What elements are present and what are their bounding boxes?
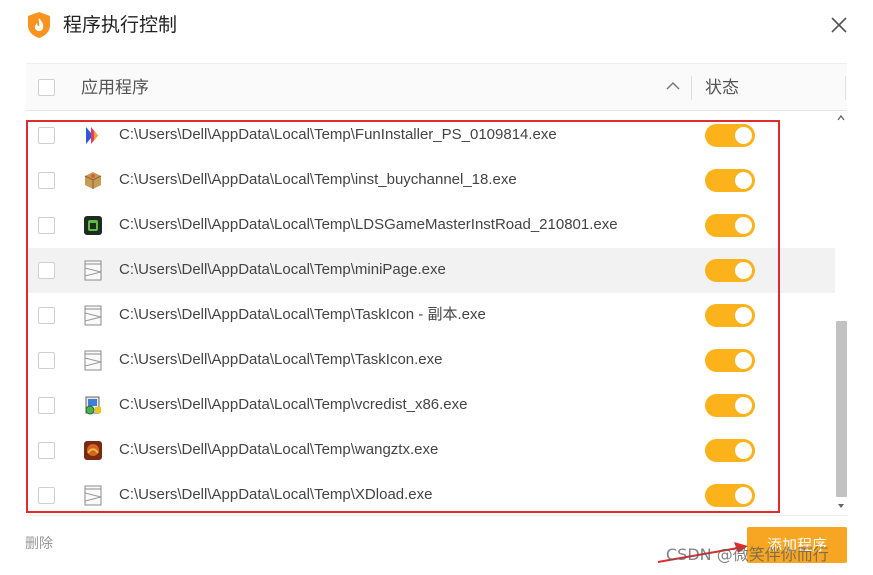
select-all-checkbox[interactable]: [38, 79, 55, 96]
toggle-knob: [735, 352, 752, 369]
enable-toggle[interactable]: [705, 349, 755, 372]
table-row[interactable]: C:\Users\Dell\AppData\Local\Temp\wangztx…: [26, 428, 835, 473]
toggle-knob: [735, 217, 752, 234]
row-checkbox[interactable]: [38, 352, 55, 369]
row-checkbox[interactable]: [38, 397, 55, 414]
column-header-app[interactable]: 应用程序: [81, 77, 149, 99]
toggle-knob: [735, 442, 752, 459]
table-row[interactable]: C:\Users\Dell\AppData\Local\Temp\XDload.…: [26, 473, 835, 518]
generic-exe-file-icon: [84, 260, 102, 281]
enable-toggle[interactable]: [705, 439, 755, 462]
enable-toggle[interactable]: [705, 259, 755, 282]
game-app-icon: [84, 441, 102, 460]
toggle-knob: [735, 172, 752, 189]
row-checkbox[interactable]: [38, 262, 55, 279]
table-row[interactable]: C:\Users\Dell\AppData\Local\Temp\TaskIco…: [26, 338, 835, 383]
scroll-up-icon[interactable]: [836, 113, 846, 123]
column-header-status: 状态: [705, 78, 739, 98]
close-icon[interactable]: [828, 14, 850, 36]
program-path: C:\Users\Dell\AppData\Local\Temp\TaskIco…: [119, 306, 486, 323]
enable-toggle[interactable]: [705, 394, 755, 417]
column-divider[interactable]: [845, 76, 846, 100]
table-row[interactable]: C:\Users\Dell\AppData\Local\Temp\inst_bu…: [26, 158, 835, 203]
column-divider[interactable]: [691, 76, 692, 100]
table-row[interactable]: C:\Users\Dell\AppData\Local\Temp\LDSGame…: [26, 203, 835, 248]
delete-button[interactable]: 删除: [25, 535, 53, 553]
table-row[interactable]: C:\Users\Dell\AppData\Local\Temp\FunInst…: [26, 113, 835, 158]
table-row[interactable]: C:\Users\Dell\AppData\Local\Temp\TaskIco…: [26, 293, 835, 338]
program-path: C:\Users\Dell\AppData\Local\Temp\LDSGame…: [119, 216, 618, 233]
program-path: C:\Users\Dell\AppData\Local\Temp\miniPag…: [119, 261, 446, 278]
table-row[interactable]: C:\Users\Dell\AppData\Local\Temp\miniPag…: [26, 248, 835, 293]
enable-toggle[interactable]: [705, 484, 755, 507]
table-row[interactable]: C:\Users\Dell\AppData\Local\Temp\vcredis…: [26, 383, 835, 428]
watermark: CSDN @微笑伴你而行: [666, 545, 829, 564]
program-path: C:\Users\Dell\AppData\Local\Temp\XDload.…: [119, 486, 433, 503]
row-checkbox[interactable]: [38, 442, 55, 459]
scrollbar-thumb[interactable]: [836, 321, 847, 497]
title-bar: 程序执行控制: [0, 0, 873, 50]
program-path: C:\Users\Dell\AppData\Local\Temp\TaskIco…: [119, 351, 443, 368]
toggle-knob: [735, 307, 752, 324]
program-path: C:\Users\Dell\AppData\Local\Temp\inst_bu…: [119, 171, 517, 188]
installer-setup-icon: [85, 396, 101, 415]
program-list: C:\Users\Dell\AppData\Local\Temp\FunInst…: [26, 113, 835, 518]
toggle-knob: [735, 397, 752, 414]
program-path: C:\Users\Dell\AppData\Local\Temp\wangztx…: [119, 441, 439, 458]
row-checkbox[interactable]: [38, 307, 55, 324]
enable-toggle[interactable]: [705, 124, 755, 147]
window-title: 程序执行控制: [63, 14, 178, 36]
scroll-down-icon[interactable]: [836, 501, 846, 511]
row-checkbox[interactable]: [38, 127, 55, 144]
toggle-knob: [735, 487, 752, 504]
ldsgamemaster-app-icon: [84, 216, 102, 235]
table-header: 应用程序 状态: [26, 63, 847, 111]
generic-exe-file-icon: [84, 350, 102, 371]
enable-toggle[interactable]: [705, 304, 755, 327]
row-checkbox[interactable]: [38, 487, 55, 504]
toggle-knob: [735, 262, 752, 279]
generic-exe-file-icon: [84, 485, 102, 506]
funinstaller-app-icon: [86, 127, 98, 144]
package-box-icon: [84, 172, 102, 189]
enable-toggle[interactable]: [705, 214, 755, 237]
enable-toggle[interactable]: [705, 169, 755, 192]
program-path: C:\Users\Dell\AppData\Local\Temp\vcredis…: [119, 396, 468, 413]
generic-exe-file-icon: [84, 305, 102, 326]
row-checkbox[interactable]: [38, 217, 55, 234]
shield-flame-logo-icon: [28, 12, 50, 38]
row-checkbox[interactable]: [38, 172, 55, 189]
footer-divider: [26, 515, 847, 516]
program-path: C:\Users\Dell\AppData\Local\Temp\FunInst…: [119, 126, 557, 143]
toggle-knob: [735, 127, 752, 144]
chevron-up-icon[interactable]: [666, 81, 680, 91]
